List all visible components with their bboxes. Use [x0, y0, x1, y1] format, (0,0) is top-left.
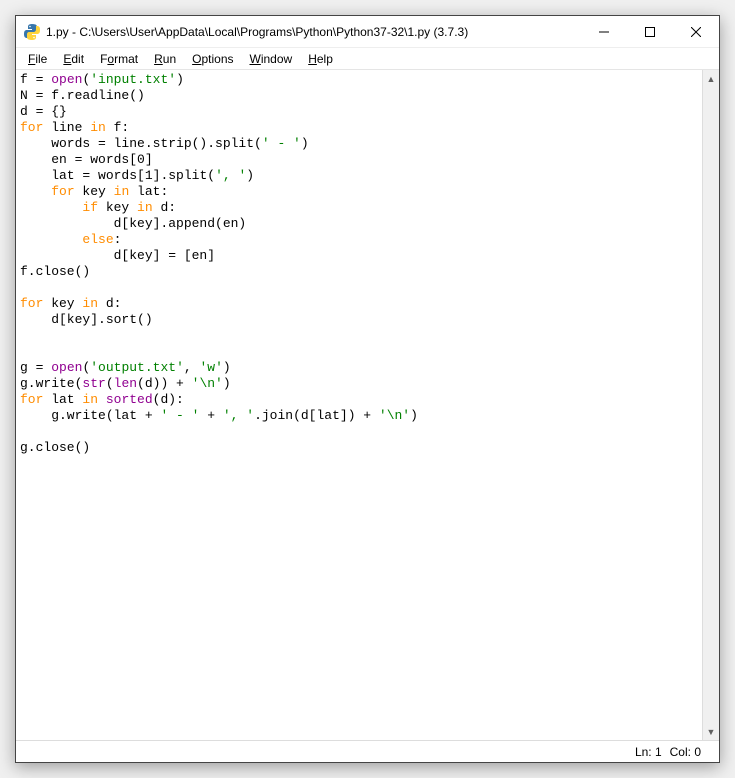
code-line: g.write(lat + ' - ' + ', '.join(d[lat]) …	[20, 408, 418, 423]
code-line	[20, 424, 28, 439]
code-line: if key in d:	[20, 200, 176, 215]
code-line: else:	[20, 232, 121, 247]
menu-edit[interactable]: Edit	[55, 50, 92, 68]
editor-area: f = open('input.txt') N = f.readline() d…	[16, 70, 719, 740]
code-line: d[key].append(en)	[20, 216, 246, 231]
python-icon	[24, 24, 40, 40]
scroll-up-icon[interactable]: ▲	[703, 70, 719, 87]
menu-options[interactable]: Options	[184, 50, 241, 68]
code-line: f = open('input.txt')	[20, 72, 184, 87]
code-line: for key in d:	[20, 296, 121, 311]
scroll-down-icon[interactable]: ▼	[703, 723, 719, 740]
code-line: g.write(str(len(d)) + '\n')	[20, 376, 231, 391]
code-line: g = open('output.txt', 'w')	[20, 360, 231, 375]
statusbar: Ln: 1 Col: 0	[16, 740, 719, 762]
code-line: en = words[0]	[20, 152, 153, 167]
app-window: 1.py - C:\Users\User\AppData\Local\Progr…	[15, 15, 720, 763]
titlebar[interactable]: 1.py - C:\Users\User\AppData\Local\Progr…	[16, 16, 719, 48]
code-line: d[key].sort()	[20, 312, 153, 327]
close-button[interactable]	[673, 16, 719, 47]
minimize-button[interactable]	[581, 16, 627, 47]
code-line	[20, 328, 28, 343]
status-col: Col: 0	[670, 745, 701, 759]
code-editor[interactable]: f = open('input.txt') N = f.readline() d…	[16, 70, 702, 740]
vertical-scrollbar[interactable]: ▲ ▼	[702, 70, 719, 740]
menu-file[interactable]: File	[20, 50, 55, 68]
code-line: words = line.strip().split(' - ')	[20, 136, 309, 151]
code-line: N = f.readline()	[20, 88, 145, 103]
menu-run[interactable]: Run	[146, 50, 184, 68]
code-line: g.close()	[20, 440, 90, 455]
menubar: File Edit Format Run Options Window Help	[16, 48, 719, 70]
menu-window[interactable]: Window	[242, 50, 301, 68]
window-controls	[581, 16, 719, 47]
code-line: d = {}	[20, 104, 67, 119]
status-line: Ln: 1	[635, 745, 662, 759]
code-line: for lat in sorted(d):	[20, 392, 184, 407]
maximize-button[interactable]	[627, 16, 673, 47]
code-line	[20, 344, 28, 359]
code-line	[20, 280, 28, 295]
code-line: for line in f:	[20, 120, 129, 135]
code-line: d[key] = [en]	[20, 248, 215, 263]
menu-help[interactable]: Help	[300, 50, 341, 68]
code-line: lat = words[1].split(', ')	[20, 168, 254, 183]
menu-format[interactable]: Format	[92, 50, 146, 68]
window-title: 1.py - C:\Users\User\AppData\Local\Progr…	[46, 25, 581, 39]
code-line: for key in lat:	[20, 184, 168, 199]
code-line: f.close()	[20, 264, 90, 279]
